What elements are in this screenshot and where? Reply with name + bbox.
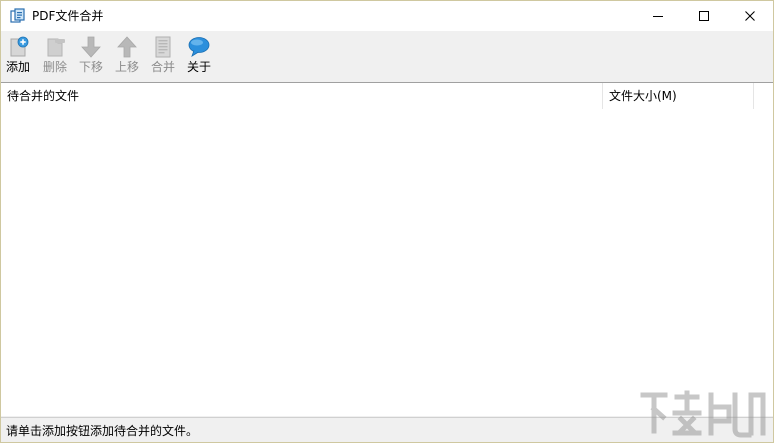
title-bar[interactable]: PDF文件合并	[1, 1, 773, 31]
move-up-label: 上移	[114, 60, 139, 74]
about-label: 关于	[186, 60, 211, 74]
merge-button[interactable]: 合并	[146, 33, 180, 79]
merge-label: 合并	[150, 60, 175, 74]
delete-button[interactable]: 删除	[38, 33, 72, 79]
merge-document-icon	[155, 36, 171, 58]
move-down-label: 下移	[78, 60, 103, 74]
arrow-down-icon	[81, 36, 101, 58]
maximize-button[interactable]	[681, 1, 727, 31]
about-button[interactable]: 关于	[182, 33, 216, 79]
maximize-icon	[699, 11, 709, 21]
file-list[interactable]: 待合并的文件 文件大小(M)	[1, 82, 773, 416]
list-body[interactable]	[1, 109, 773, 415]
move-down-button[interactable]: 下移	[74, 33, 108, 79]
minimize-icon	[653, 16, 663, 17]
app-icon	[10, 8, 25, 23]
app-window: PDF文件合并 添加 删除 下移 上移 合并 关于 待合并的文件 文件大小(M)…	[0, 0, 774, 443]
watermark-logo	[640, 390, 766, 438]
minimize-button[interactable]	[635, 1, 681, 31]
speech-bubble-icon	[188, 37, 210, 57]
move-up-button[interactable]: 上移	[110, 33, 144, 79]
list-header: 待合并的文件 文件大小(M)	[1, 83, 773, 109]
delete-label: 删除	[42, 60, 67, 74]
close-icon	[745, 11, 755, 21]
close-button[interactable]	[727, 1, 773, 31]
column-header-file[interactable]: 待合并的文件	[1, 83, 603, 109]
toolbar: 添加 删除 下移 上移 合并 关于	[1, 31, 773, 81]
window-title: PDF文件合并	[32, 9, 104, 23]
column-header-size[interactable]: 文件大小(M)	[603, 83, 754, 109]
status-text: 请单击添加按钮添加待合并的文件。	[6, 424, 199, 438]
add-label: 添加	[5, 60, 30, 74]
delete-file-icon	[47, 38, 65, 57]
arrow-up-icon	[117, 36, 137, 58]
add-file-icon	[10, 36, 29, 57]
add-button[interactable]: 添加	[1, 33, 35, 79]
